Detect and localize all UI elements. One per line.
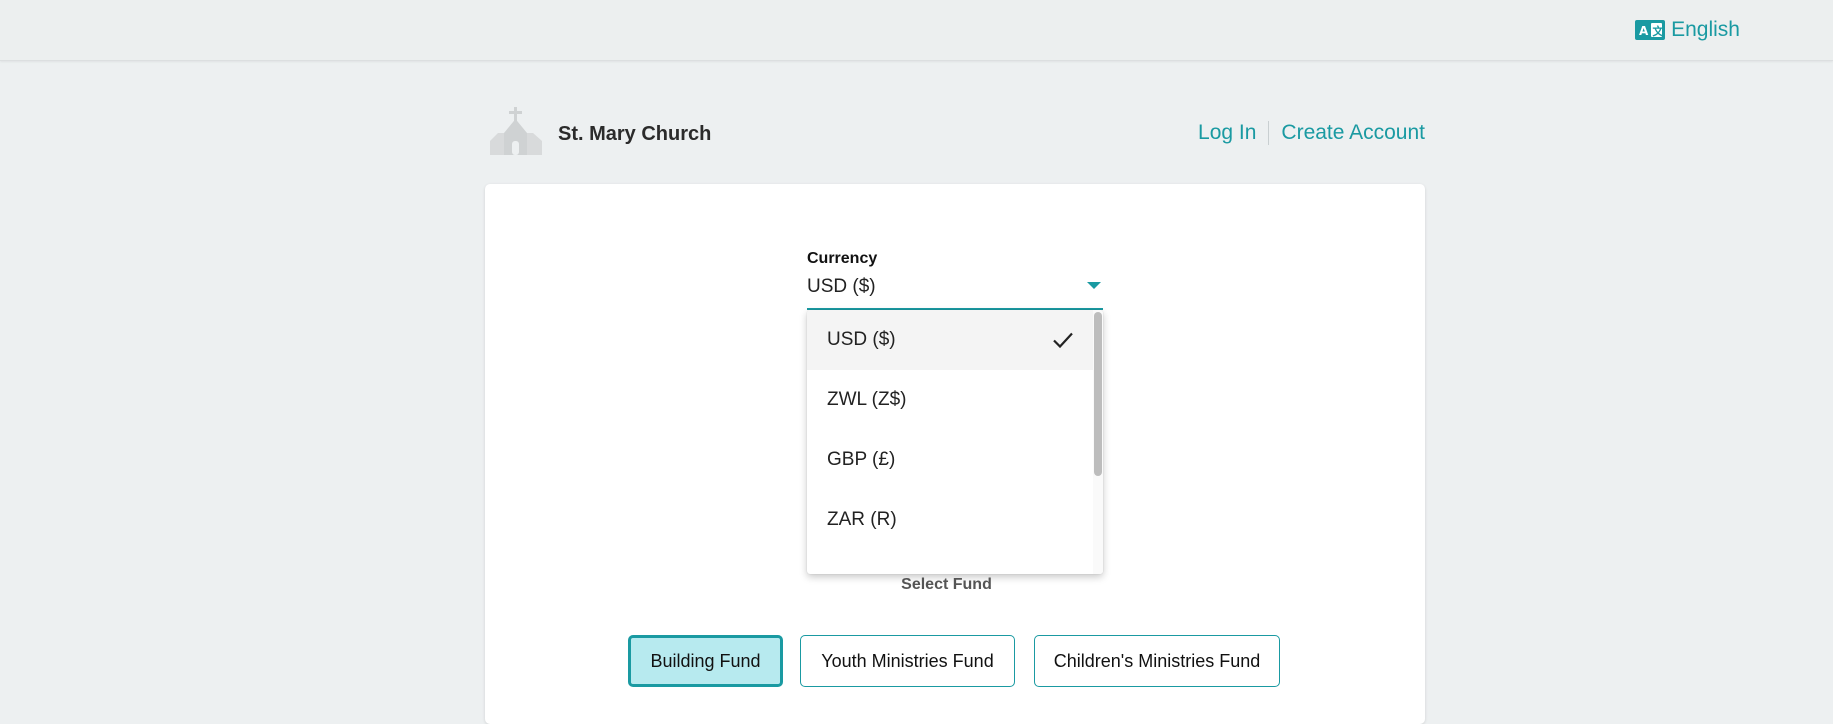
church-icon: [490, 107, 542, 155]
currency-option-zar[interactable]: ZAR (R): [807, 490, 1093, 550]
language-selector[interactable]: A 文 English: [1635, 18, 1740, 42]
option-label: ZWL (Z$): [827, 389, 907, 410]
login-link[interactable]: Log In: [1198, 121, 1256, 145]
currency-option-zwl[interactable]: ZWL (Z$): [807, 370, 1093, 430]
fund-button-building[interactable]: Building Fund: [628, 635, 783, 687]
currency-option-usd[interactable]: USD ($): [807, 310, 1093, 370]
language-label: English: [1671, 18, 1740, 41]
currency-option-gbp[interactable]: GBP (£): [807, 430, 1093, 490]
check-icon: [1053, 332, 1073, 349]
currency-dropdown-menu: USD ($) ZWL (Z$) GBP (£) ZAR (R): [807, 310, 1103, 574]
option-label: ZAR (R): [827, 509, 897, 530]
currency-selected-value: USD ($): [807, 276, 876, 297]
select-fund-heading: Select Fund: [901, 576, 992, 593]
scrollbar-thumb[interactable]: [1094, 312, 1102, 476]
currency-label: Currency: [807, 250, 878, 267]
fund-button-childrens-ministries[interactable]: Children's Ministries Fund: [1034, 635, 1280, 687]
dropdown-scrollbar[interactable]: [1093, 310, 1103, 574]
church-header: St. Mary Church Log In Create Account: [485, 105, 1425, 165]
svg-text:文: 文: [1653, 24, 1665, 38]
create-account-link[interactable]: Create Account: [1281, 121, 1425, 145]
church-name: St. Mary Church: [558, 123, 712, 145]
top-bar: A 文 English: [0, 0, 1833, 61]
option-label: GBP (£): [827, 449, 896, 470]
caret-down-icon: [1087, 282, 1101, 289]
fund-button-youth-ministries[interactable]: Youth Ministries Fund: [800, 635, 1015, 687]
auth-divider: [1268, 121, 1270, 145]
currency-select[interactable]: Currency USD ($): [807, 250, 1103, 310]
option-label: USD ($): [827, 329, 896, 350]
svg-text:A: A: [1639, 24, 1649, 38]
auth-links: Log In Create Account: [1198, 121, 1425, 145]
translate-icon: A 文: [1635, 20, 1666, 40]
